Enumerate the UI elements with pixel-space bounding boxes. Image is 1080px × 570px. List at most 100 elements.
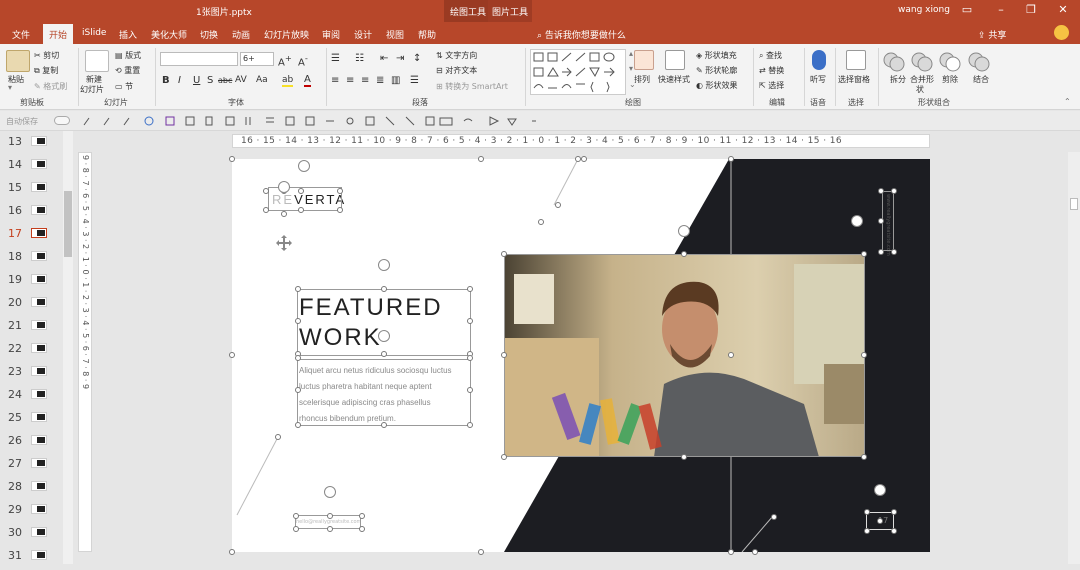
resize-handle[interactable] — [275, 434, 281, 440]
resize-handle[interactable] — [467, 422, 473, 428]
resize-handle[interactable] — [337, 207, 343, 213]
align-text-button[interactable]: ⊟ 对齐文本 — [436, 65, 477, 76]
resize-handle[interactable] — [295, 286, 301, 292]
resize-handle[interactable] — [538, 219, 544, 225]
resize-handle[interactable] — [501, 352, 507, 358]
replace-button[interactable]: ⇄ 替换 — [759, 65, 784, 76]
split-button[interactable]: 拆分 — [890, 74, 906, 85]
resize-handle[interactable] — [298, 207, 304, 213]
gallery-scroll-up-icon[interactable]: ▴ — [629, 49, 633, 58]
resize-handle[interactable] — [891, 509, 897, 515]
bold-button[interactable]: B — [162, 75, 170, 86]
format-painter-button[interactable]: ✎ 格式刷 — [34, 81, 67, 92]
resize-handle[interactable] — [381, 286, 387, 292]
arrange-button[interactable]: 排列 — [634, 74, 650, 85]
shadow-button[interactable]: S — [207, 75, 213, 86]
gallery-scroll-down-icon[interactable]: ▾ — [629, 64, 633, 73]
subtract-button[interactable]: 剪除 — [942, 74, 958, 85]
resize-handle[interactable] — [467, 318, 473, 324]
shape-effects-button[interactable]: ◐ 形状效果 — [696, 80, 738, 91]
bullets-icon[interactable]: ☰ — [331, 53, 340, 64]
resize-handle[interactable] — [891, 249, 897, 255]
resize-handle[interactable] — [771, 514, 777, 520]
increase-indent-icon[interactable]: ⇥ — [396, 53, 404, 64]
dictate-button[interactable]: 听写 — [810, 74, 826, 85]
restore-icon[interactable]: ❐ — [1024, 3, 1038, 17]
close-icon[interactable]: ✕ — [1056, 3, 1070, 17]
resize-handle[interactable] — [327, 526, 333, 532]
justify-icon[interactable]: ≣ — [376, 75, 384, 86]
scrollbar-thumb[interactable] — [64, 191, 72, 257]
tab-animations[interactable]: 动画 — [232, 28, 250, 41]
rotate-handle-icon[interactable] — [324, 486, 336, 498]
strikethrough-button[interactable]: abc — [218, 76, 232, 85]
resize-handle[interactable] — [861, 251, 867, 257]
font-name-combo[interactable] — [160, 52, 238, 66]
resize-handle[interactable] — [381, 351, 387, 357]
autosave-toggle[interactable] — [54, 116, 70, 125]
resize-handle[interactable] — [327, 513, 333, 519]
resize-handle[interactable] — [581, 156, 587, 162]
tab-islide[interactable]: iSlide — [82, 28, 106, 38]
rotate-handle-icon[interactable] — [678, 225, 690, 237]
tab-review[interactable]: 审阅 — [322, 28, 340, 41]
collapse-ribbon-icon[interactable]: ⌃ — [1064, 97, 1071, 106]
editor-scroll-thumb[interactable] — [1070, 198, 1078, 210]
tab-design[interactable]: 设计 — [354, 28, 372, 41]
feedback-smiley-icon[interactable] — [1054, 25, 1069, 40]
section-button[interactable]: ▭ 节 — [115, 81, 133, 92]
thumbnail-scrollbar[interactable] — [63, 131, 73, 564]
resize-handle[interactable] — [891, 528, 897, 534]
new-slide-button-line2[interactable]: 幻灯片 — [80, 84, 104, 95]
resize-handle[interactable] — [728, 156, 734, 162]
slide-canvas[interactable]: REVERTA FEATURED WORK Aliquet arcu netus… — [232, 159, 930, 552]
rotate-handle-icon[interactable] — [298, 160, 310, 172]
resize-handle[interactable] — [293, 526, 299, 532]
resize-handle[interactable] — [752, 549, 758, 555]
new-slide-icon[interactable] — [85, 50, 109, 72]
tab-help[interactable]: 帮助 — [418, 28, 436, 41]
tab-transitions[interactable]: 切换 — [200, 28, 218, 41]
resize-handle[interactable] — [861, 352, 867, 358]
highlight-icon[interactable]: ab — [282, 75, 294, 87]
resize-handle[interactable] — [381, 422, 387, 428]
resize-handle[interactable] — [359, 513, 365, 519]
paste-icon[interactable] — [6, 50, 30, 72]
tab-insert[interactable]: 插入 — [119, 28, 137, 41]
tab-slideshow[interactable]: 幻灯片放映 — [264, 28, 309, 41]
align-center-icon[interactable]: ≡ — [346, 75, 354, 86]
editor-scrollbar[interactable] — [1068, 152, 1080, 564]
font-size-combo[interactable]: 6+ — [240, 52, 274, 66]
shrink-font-icon[interactable]: A- — [298, 53, 308, 68]
find-button[interactable]: ⌕ 查找 — [759, 50, 782, 61]
quick-styles-icon[interactable] — [665, 50, 685, 70]
resize-handle[interactable] — [281, 211, 287, 217]
resize-handle[interactable] — [878, 218, 884, 224]
paste-dropdown-icon[interactable]: ▾ — [8, 83, 12, 92]
resize-handle[interactable] — [263, 207, 269, 213]
char-spacing-button[interactable]: AV — [235, 75, 247, 85]
rotate-handle-icon[interactable] — [278, 181, 290, 193]
tab-view[interactable]: 视图 — [386, 28, 404, 41]
font-color-button[interactable]: A — [304, 74, 311, 87]
resize-handle[interactable] — [359, 526, 365, 532]
resize-handle[interactable] — [501, 454, 507, 460]
tell-me-search[interactable]: ⌕ 告诉我你想要做什么 — [537, 28, 626, 41]
reset-button[interactable]: ⟲ 重置 — [115, 65, 140, 76]
resize-handle[interactable] — [878, 249, 884, 255]
share-button[interactable]: ⇪ 共享 — [978, 28, 1006, 41]
select-button[interactable]: ⇱ 选择 — [759, 80, 784, 91]
rotate-handle-icon[interactable] — [851, 215, 863, 227]
resize-handle[interactable] — [861, 454, 867, 460]
arrange-icon[interactable] — [634, 50, 654, 70]
tab-home[interactable]: 开始 — [43, 24, 74, 44]
italic-button[interactable]: I — [178, 75, 181, 86]
underline-button[interactable]: U — [193, 75, 200, 86]
resize-handle[interactable] — [295, 422, 301, 428]
resize-handle[interactable] — [555, 202, 561, 208]
resize-handle[interactable] — [891, 188, 897, 194]
resize-handle[interactable] — [293, 513, 299, 519]
resize-handle[interactable] — [295, 318, 301, 324]
resize-handle[interactable] — [681, 251, 687, 257]
resize-handle[interactable] — [295, 355, 301, 361]
